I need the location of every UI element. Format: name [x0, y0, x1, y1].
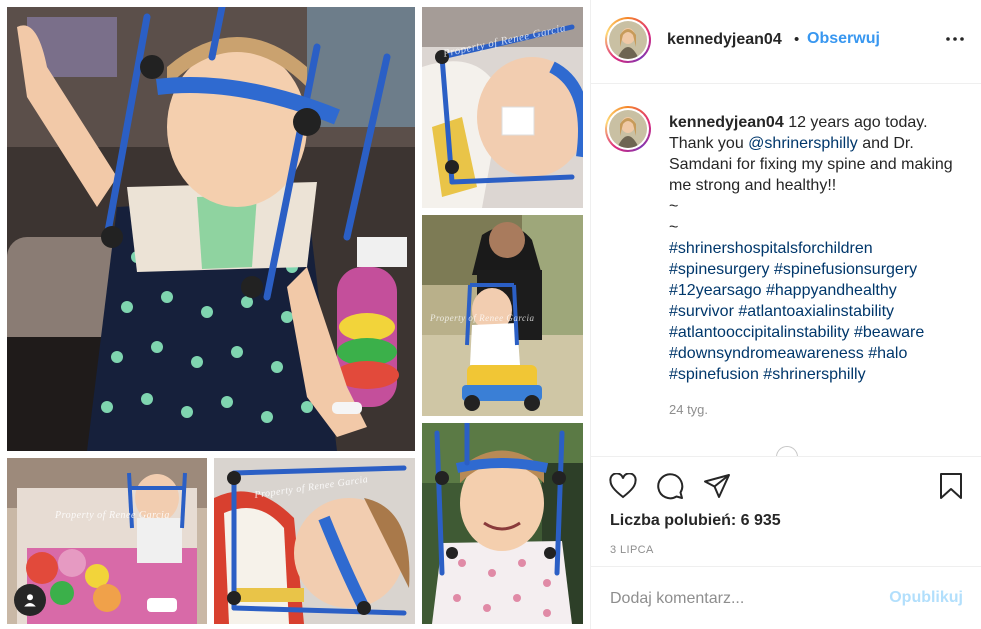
caption-author-avatar[interactable] — [605, 106, 651, 152]
hashtag-link[interactable]: #12yearsago — [669, 282, 762, 299]
header-separator: • — [794, 31, 800, 48]
more-horizontal-icon — [946, 37, 964, 41]
hashtag-link[interactable]: #shrinershospitalsforchildren — [669, 240, 873, 257]
comments-section[interactable]: kennedyjean04 12 years ago today. Thank … — [591, 84, 981, 456]
hashtag-link[interactable]: #spinesurgery — [669, 261, 770, 278]
hashtag-line: #atlantooccipitalinstability #beaware — [669, 322, 969, 343]
hashtag-link[interactable]: #atlantoaxialinstability — [738, 303, 894, 320]
photo-child-lying-bandage: Property of Renee Garcia — [422, 7, 583, 208]
hashtag-link[interactable]: #survivor — [669, 303, 734, 320]
loading-spinner-icon — [776, 446, 798, 456]
hashtag-link[interactable]: #atlantooccipitalinstability — [669, 324, 850, 341]
photo-child-lying-halo-side: Property of Renee Garcia — [214, 458, 415, 624]
hashtag-link[interactable]: #shrinersphilly — [763, 366, 865, 383]
caption-text-intro: 12 years ago today. — [788, 114, 928, 131]
bookmark-icon — [940, 473, 962, 499]
post-date[interactable]: 3 LIPCA — [610, 544, 654, 556]
post-details-panel: kennedyjean04 • Obserwuj kennedyjean04 1… — [590, 0, 981, 629]
hashtag-link[interactable]: #spinefusionsurgery — [774, 261, 917, 278]
photo-girl-polka-dot-dress-image — [7, 7, 415, 451]
author-avatar[interactable] — [605, 17, 651, 63]
author-username[interactable]: kennedyjean04 — [667, 31, 782, 49]
hashtag-line: #spinesurgery #spinefusionsurgery — [669, 259, 969, 280]
add-comment-bar: Opublikuj — [591, 566, 981, 629]
photo-girl-smiling-halo — [422, 423, 583, 624]
caption-tilde: ~ — [669, 219, 679, 236]
comment-icon — [657, 473, 684, 500]
photo-watermark: Property of Renee Garcia — [430, 313, 535, 323]
share-button[interactable] — [702, 471, 732, 501]
photo-girl-polka-dot-dress — [7, 7, 415, 451]
hashtag-line: #spinefusion #shrinersphilly — [669, 364, 969, 385]
post-photo-collage[interactable]: Property of Renee Garcia Property of Ren… — [0, 0, 590, 629]
avatar-image — [609, 21, 647, 59]
hashtag-line: #downsyndromeawareness #halo — [669, 343, 969, 364]
hashtag-line: #shrinershospitalsforchildren — [669, 238, 969, 259]
post-caption: kennedyjean04 12 years ago today. Thank … — [669, 112, 969, 385]
hashtag-link[interactable]: #happyandhealthy — [766, 282, 897, 299]
hashtag-link[interactable]: #spinefusion — [669, 366, 759, 383]
avatar-image — [609, 110, 647, 148]
heart-icon — [609, 473, 637, 499]
save-button[interactable] — [936, 471, 966, 501]
likes-count[interactable]: Liczba polubień: 6 935 — [610, 512, 781, 530]
tagged-users-button[interactable] — [14, 584, 46, 616]
hashtag-link[interactable]: #beaware — [854, 324, 924, 341]
hashtag-line: #12yearsago #happyandhealthy — [669, 280, 969, 301]
caption-text-thank: Thank you — [669, 135, 744, 152]
post-header: kennedyjean04 • Obserwuj — [591, 0, 981, 84]
hashtag-link[interactable]: #halo — [868, 345, 907, 362]
like-button[interactable] — [608, 471, 638, 501]
photo-girl-smiling-halo-image — [422, 423, 583, 624]
photo-child-on-ride-on-toy: Property of Renee Garcia — [422, 215, 583, 416]
comment-button[interactable] — [655, 471, 685, 501]
photo-watermark: Property of Renee Garcia — [55, 510, 170, 521]
user-icon — [24, 594, 36, 607]
follow-button[interactable]: Obserwuj — [807, 30, 880, 48]
share-icon — [704, 474, 730, 498]
caption-tilde: ~ — [669, 198, 679, 215]
comment-input[interactable] — [610, 587, 880, 611]
caption-username[interactable]: kennedyjean04 — [669, 114, 784, 131]
mention-link[interactable]: @shrinersphilly — [748, 135, 858, 152]
publish-button[interactable]: Opublikuj — [889, 589, 963, 607]
caption-timestamp[interactable]: 24 tyg. — [669, 402, 708, 417]
more-options-button[interactable] — [941, 27, 969, 51]
hashtag-line: #survivor #atlantoaxialinstability — [669, 301, 969, 322]
hashtag-link[interactable]: #downsyndromeawareness — [669, 345, 864, 362]
post-actions: Liczba polubień: 6 935 3 LIPCA — [591, 456, 981, 566]
